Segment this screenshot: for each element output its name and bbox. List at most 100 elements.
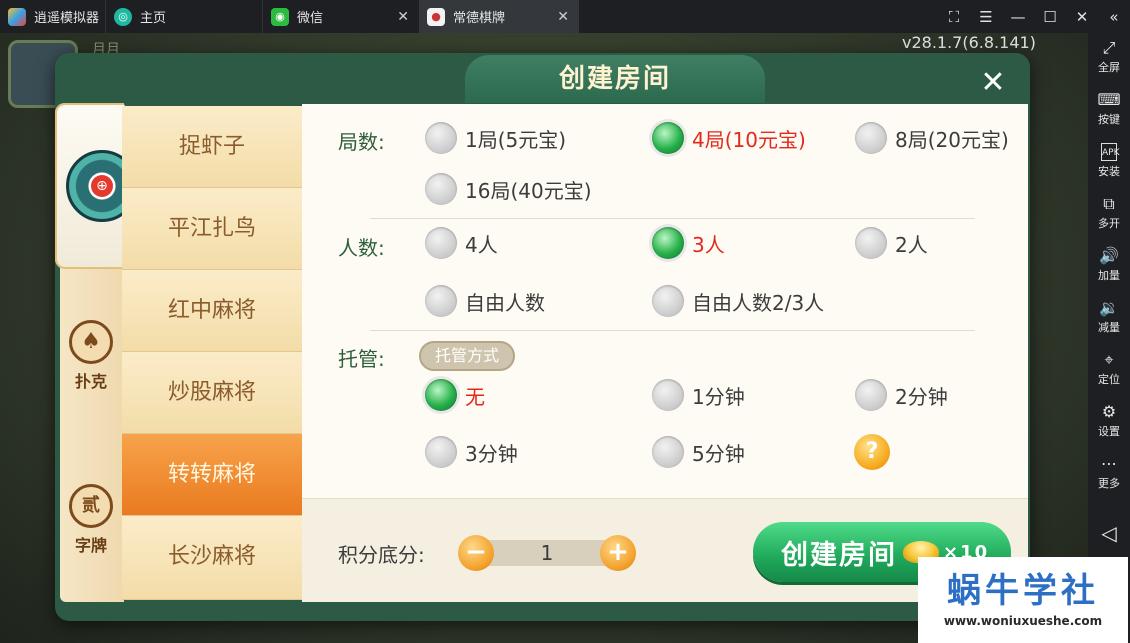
trustee-option-selected[interactable]: 无 bbox=[425, 379, 485, 411]
zipai-icon: 贰 bbox=[69, 484, 113, 528]
category-poker[interactable]: ♠ 扑克 bbox=[60, 320, 122, 392]
trustee-mode-pill[interactable]: 托管方式 bbox=[419, 341, 515, 371]
minimize-icon[interactable]: — bbox=[1002, 8, 1034, 26]
close-icon[interactable]: ✕ bbox=[397, 9, 409, 25]
sidebar-item-label: 多开 bbox=[1098, 217, 1120, 230]
rounds-option-selected[interactable]: 4局(10元宝) bbox=[652, 122, 806, 154]
tab-wechat[interactable]: ◉ 微信 ✕ bbox=[262, 0, 419, 33]
fullscreen-icon: ⤢ bbox=[1102, 38, 1116, 57]
tab-label: 常德棋牌 bbox=[453, 11, 506, 26]
tab-game[interactable]: ● 常德棋牌 ✕ bbox=[419, 0, 579, 33]
watermark-url: www.woniuxueshe.com bbox=[943, 614, 1103, 628]
sidebar-item-keyboard[interactable]: ⌨ 按键 bbox=[1088, 91, 1130, 127]
players-option[interactable]: 自由人数2/3人 bbox=[652, 285, 824, 317]
game-item[interactable]: 捉虾子 bbox=[122, 106, 302, 188]
tab-home[interactable]: ◎ 主页 bbox=[105, 0, 262, 33]
category-zipai[interactable]: 贰 字牌 bbox=[60, 484, 122, 556]
category-label: 扑克 bbox=[74, 372, 107, 391]
game-item[interactable]: 平江扎鸟 bbox=[122, 188, 302, 270]
maximize-icon[interactable]: ☐ bbox=[1034, 8, 1066, 26]
game-icon: ● bbox=[427, 7, 445, 26]
radio-selected-icon bbox=[425, 379, 457, 411]
option-label: 1分钟 bbox=[692, 384, 745, 409]
divider bbox=[370, 330, 975, 331]
score-value: 1 bbox=[476, 540, 618, 566]
players-option[interactable]: 2人 bbox=[855, 227, 928, 259]
radio-icon bbox=[425, 173, 457, 205]
sidebar-item-label: 设置 bbox=[1098, 425, 1120, 438]
sidebar-item-volume-up[interactable]: 🔊 加量 bbox=[1088, 247, 1130, 283]
sidebar-item-volume-down[interactable]: 🔉 减量 bbox=[1088, 299, 1130, 335]
rounds-option[interactable]: 16局(40元宝) bbox=[425, 173, 592, 205]
tab-label: 主页 bbox=[140, 11, 167, 26]
game-item[interactable]: 长沙麻将 bbox=[122, 516, 302, 600]
rounds-option[interactable]: 1局(5元宝) bbox=[425, 122, 566, 154]
option-label: 5分钟 bbox=[692, 441, 745, 466]
radio-icon bbox=[425, 436, 457, 468]
option-label: 4人 bbox=[465, 232, 498, 257]
sidebar-item-settings[interactable]: ⚙ 设置 bbox=[1088, 403, 1130, 439]
back-icon[interactable]: ◁ bbox=[1088, 521, 1130, 545]
option-label: 3人 bbox=[692, 232, 725, 257]
trustee-option[interactable]: 3分钟 bbox=[425, 436, 518, 468]
dialog-title: 创建房间 bbox=[465, 55, 765, 103]
players-label: 人数: bbox=[338, 236, 385, 260]
sidebar-item-more[interactable]: ⋯ 更多 bbox=[1088, 455, 1130, 491]
option-label: 8局(20元宝) bbox=[895, 127, 1009, 152]
rounds-option[interactable]: 8局(20元宝) bbox=[855, 122, 1009, 154]
option-label: 无 bbox=[465, 384, 485, 409]
minus-button[interactable]: − bbox=[458, 535, 494, 571]
tab-label: 微信 bbox=[297, 11, 324, 26]
players-option-selected[interactable]: 3人 bbox=[652, 227, 725, 259]
option-label: 2人 bbox=[895, 232, 928, 257]
option-label: 2分钟 bbox=[895, 384, 948, 409]
trustee-option[interactable]: 1分钟 bbox=[652, 379, 745, 411]
option-label: 自由人数2/3人 bbox=[692, 290, 825, 315]
radio-icon bbox=[425, 122, 457, 154]
rounds-label: 局数: bbox=[338, 130, 385, 154]
sidebar-item-label: 全屏 bbox=[1098, 61, 1120, 74]
home-icon: ◎ bbox=[114, 7, 132, 26]
close-window-icon[interactable]: ✕ bbox=[1066, 8, 1098, 26]
spade-icon: ♠ bbox=[69, 320, 113, 364]
game-item[interactable]: 炒股麻将 bbox=[122, 352, 302, 434]
trustee-option[interactable]: 5分钟 bbox=[652, 436, 745, 468]
radio-selected-icon bbox=[652, 122, 684, 154]
option-label: 4局(10元宝) bbox=[692, 127, 806, 152]
sidebar-item-multi[interactable]: ⧉ 多开 bbox=[1088, 195, 1130, 231]
tab-emulator-home[interactable]: 逍遥模拟器 bbox=[0, 0, 105, 33]
radio-icon bbox=[855, 227, 887, 259]
radio-icon bbox=[855, 122, 887, 154]
sidebar-item-label: 更多 bbox=[1098, 477, 1120, 490]
option-label: 16局(40元宝) bbox=[465, 178, 592, 203]
players-option[interactable]: 自由人数 bbox=[425, 285, 545, 317]
emulator-sidebar: ⤢ 全屏 ⌨ 按键 APK 安装 ⧉ 多开 🔊 加量 🔉 减量 ⌖ 定位 ⚙ 设… bbox=[1088, 33, 1130, 643]
sidebar-item-install[interactable]: APK 安装 bbox=[1088, 143, 1130, 179]
window-controls: ⛶ ☰ — ☐ ✕ « bbox=[938, 0, 1130, 33]
close-icon[interactable]: ✕ bbox=[973, 63, 1013, 103]
help-icon[interactable]: ? bbox=[854, 434, 890, 470]
sidebar-item-location[interactable]: ⌖ 定位 bbox=[1088, 351, 1130, 387]
game-item-active[interactable]: 转转麻将 bbox=[122, 434, 302, 516]
game-item[interactable]: 红中麻将 bbox=[122, 270, 302, 352]
sidebar-item-label: 加量 bbox=[1098, 269, 1120, 282]
menu-icon[interactable]: ☰ bbox=[970, 8, 1002, 26]
plus-button[interactable]: + bbox=[600, 535, 636, 571]
sidebar-item-label: 按键 bbox=[1098, 113, 1120, 126]
create-room-label: 创建房间 bbox=[781, 539, 897, 571]
sidebar-item-label: 安装 bbox=[1098, 165, 1120, 178]
watermark-title: 蜗牛学社 bbox=[947, 571, 1099, 611]
dialog-header: 创建房间 bbox=[175, 53, 1030, 107]
location-icon: ⌖ bbox=[1104, 350, 1114, 369]
collapse-sidebar-icon[interactable]: « bbox=[1098, 8, 1130, 26]
trustee-option[interactable]: 2分钟 bbox=[855, 379, 948, 411]
close-icon[interactable]: ✕ bbox=[557, 9, 569, 25]
sidebar-item-fullscreen[interactable]: ⤢ 全屏 bbox=[1088, 39, 1130, 75]
more-icon: ⋯ bbox=[1101, 454, 1117, 473]
players-option[interactable]: 4人 bbox=[425, 227, 498, 259]
fit-screen-icon[interactable]: ⛶ bbox=[938, 8, 970, 26]
option-label: 1局(5元宝) bbox=[465, 127, 567, 152]
category-label: 字牌 bbox=[74, 536, 107, 555]
radio-icon bbox=[652, 285, 684, 317]
score-label: 积分底分: bbox=[338, 543, 425, 567]
